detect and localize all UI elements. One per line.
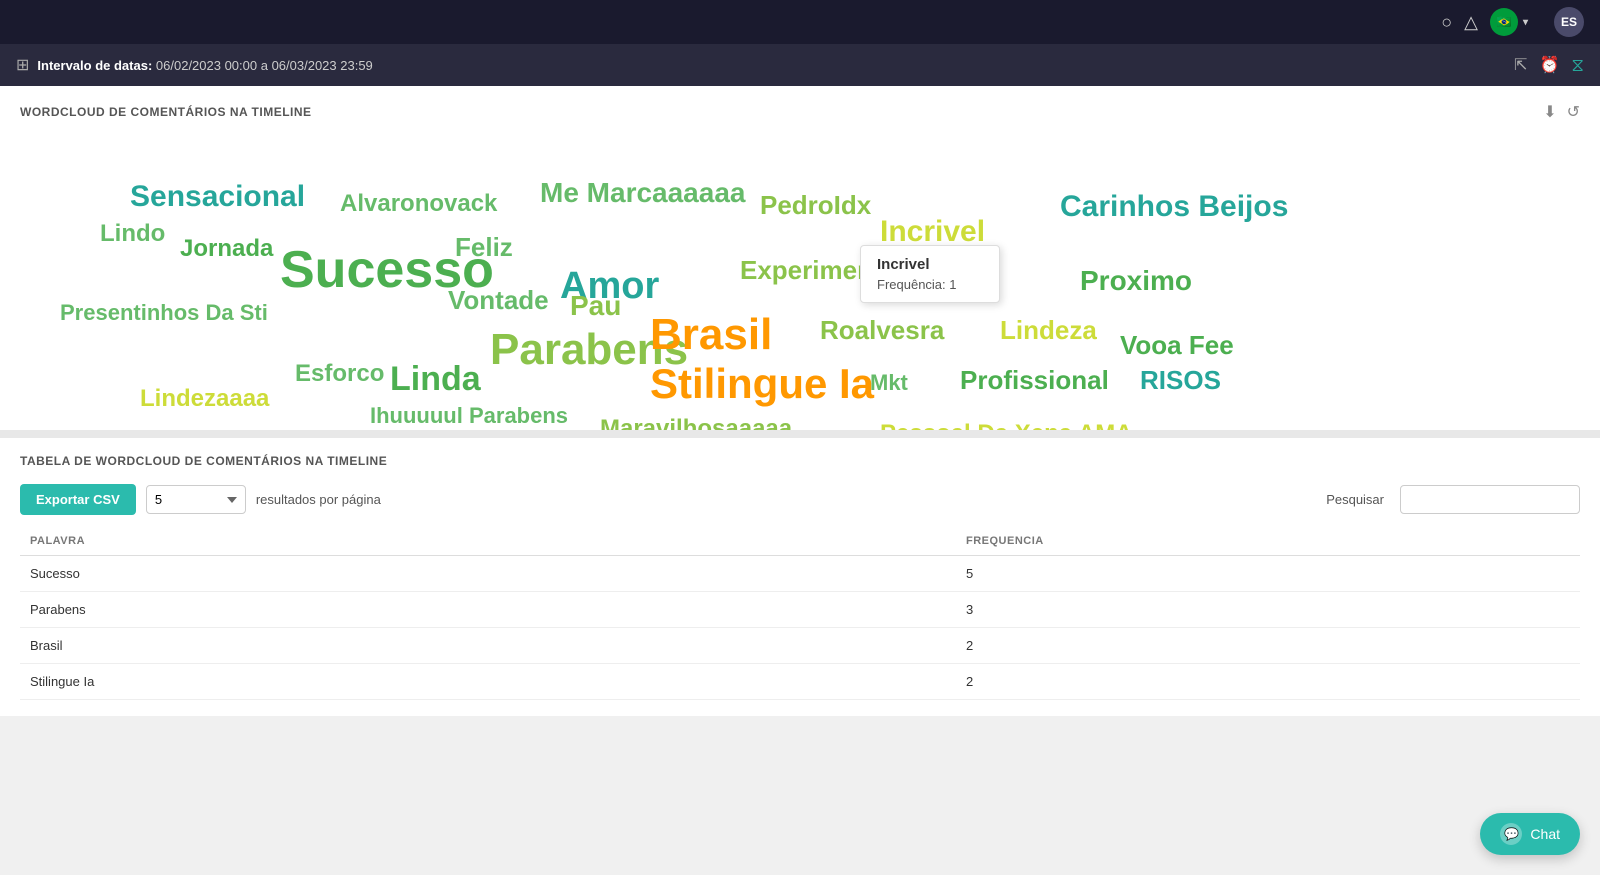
table-section: TABELA DE WORDCLOUD DE COMENTÁRIOS NA TI… — [0, 438, 1600, 716]
cell-palavra: Sucesso — [20, 556, 956, 592]
word-stilingue-ia[interactable]: Stilingue Ia — [650, 360, 874, 408]
word-vooa-fee[interactable]: Vooa Fee — [1120, 330, 1234, 361]
tooltip-word: Incrivel — [877, 256, 983, 273]
table-row: Stilingue Ia 2 — [20, 664, 1580, 700]
table-header-row: PALAVRA FREQUENCIA — [20, 527, 1580, 556]
word-incrivel[interactable]: Incrivel — [880, 215, 985, 249]
table-row: Sucesso 5 — [20, 556, 1580, 592]
date-bar-actions: ⇱ ⏰ ⧖ — [1514, 55, 1584, 76]
share-icon[interactable]: ⇱ — [1514, 55, 1527, 75]
main-content: WORDCLOUD DE COMENTÁRIOS NA TIMELINE ⬇ ↺… — [0, 86, 1600, 430]
results-per-page-label: resultados por página — [256, 492, 381, 507]
word-lindeza[interactable]: Lindeza — [1000, 315, 1097, 346]
word-mkt[interactable]: Mkt — [870, 370, 908, 396]
clock-icon[interactable]: △ — [1464, 12, 1478, 33]
word-pessoal-da-xepa-ama[interactable]: Pessoal Da Xepa AMA — [880, 420, 1133, 430]
refresh-icon[interactable]: ↺ — [1567, 102, 1580, 122]
word-alvaronovack[interactable]: Alvaronovack — [340, 190, 497, 218]
word-risos[interactable]: RISOS — [1140, 365, 1221, 396]
word-carinhos-beijos[interactable]: Carinhos Beijos — [1060, 190, 1288, 224]
cell-frequencia: 3 — [956, 592, 1580, 628]
word-lindo[interactable]: Lindo — [100, 220, 165, 248]
search-input[interactable] — [1400, 485, 1580, 514]
word-maravilhosaaaaa[interactable]: Maravilhosaaaaa — [600, 415, 792, 430]
word-pedroidx[interactable]: PedroIdx — [760, 190, 871, 221]
chat-label: Chat — [1530, 826, 1560, 842]
search-label: Pesquisar — [1326, 492, 1384, 507]
cell-palavra: Parabens — [20, 592, 956, 628]
table-row: Parabens 3 — [20, 592, 1580, 628]
download-icon[interactable]: ⬇ — [1543, 102, 1556, 122]
filter-icon[interactable]: ⧖ — [1571, 55, 1584, 76]
data-table: PALAVRA FREQUENCIA Sucesso 5 Parabens 3 … — [20, 527, 1580, 700]
wordcloud-actions: ⬇ ↺ — [1543, 102, 1580, 122]
tooltip-frequency: Frequência: 1 — [877, 277, 983, 292]
wordcloud-header: WORDCLOUD DE COMENTÁRIOS NA TIMELINE ⬇ ↺ — [0, 86, 1600, 130]
word-presentinhos-da-sti[interactable]: Presentinhos Da Sti — [60, 300, 268, 326]
user-initials: ES — [1561, 15, 1577, 29]
word-me-marcaaaaaa[interactable]: Me Marcaaaaaa — [540, 177, 745, 209]
export-csv-button[interactable]: Exportar CSV — [20, 484, 136, 515]
word-esforco[interactable]: Esforco — [295, 360, 384, 388]
search-icon[interactable]: ○ — [1441, 12, 1452, 33]
col-frequencia: FREQUENCIA — [956, 527, 1580, 556]
word-ihuuuuul-parabens[interactable]: Ihuuuuul Parabens — [370, 403, 568, 429]
word-roalvesra[interactable]: Roalvesra — [820, 315, 944, 346]
cell-frequencia: 2 — [956, 664, 1580, 700]
word-vontade[interactable]: Vontade — [448, 285, 549, 316]
word-profissional[interactable]: Profissional — [960, 365, 1109, 396]
table-controls: Exportar CSV 5 10 25 50 resultados por p… — [20, 484, 1580, 515]
cell-frequencia: 5 — [956, 556, 1580, 592]
date-range-label: Intervalo de datas: 06/02/2023 00:00 a 0… — [37, 58, 372, 73]
flag-brazil[interactable]: 🇧🇷 — [1490, 8, 1518, 36]
word-linda[interactable]: Linda — [390, 360, 481, 399]
chat-button[interactable]: 💬 Chat — [1480, 813, 1580, 855]
flag-label: 🇧🇷 — [1497, 15, 1512, 29]
user-avatar[interactable]: ES — [1554, 7, 1584, 37]
word-pau[interactable]: Pau — [570, 290, 621, 322]
calendar-icon: ⊞ — [16, 55, 29, 75]
date-bar: ⊞ Intervalo de datas: 06/02/2023 00:00 a… — [0, 44, 1600, 86]
cell-frequencia: 2 — [956, 628, 1580, 664]
table-row: Brasil 2 — [20, 628, 1580, 664]
word-sensacional[interactable]: Sensacional — [130, 180, 305, 214]
rows-per-page-select[interactable]: 5 10 25 50 — [146, 485, 246, 514]
section-divider — [0, 430, 1600, 438]
wordcloud-title: WORDCLOUD DE COMENTÁRIOS NA TIMELINE — [20, 105, 312, 119]
table-title: TABELA DE WORDCLOUD DE COMENTÁRIOS NA TI… — [20, 454, 1580, 468]
word-brasil[interactable]: Brasil — [650, 310, 772, 360]
word-tooltip: Incrivel Frequência: 1 — [860, 245, 1000, 303]
schedule-icon[interactable]: ⏰ — [1539, 55, 1559, 75]
cell-palavra: Stilingue Ia — [20, 664, 956, 700]
word-lindezaaaa[interactable]: Lindezaaaa — [140, 385, 269, 413]
chat-icon: 💬 — [1500, 823, 1522, 845]
word-proximo[interactable]: Proximo — [1080, 265, 1192, 297]
wordcloud-visualization: SucessoParabensBrasilStilingue IaSensaci… — [0, 130, 1600, 430]
word-jornada[interactable]: Jornada — [180, 235, 273, 263]
cell-palavra: Brasil — [20, 628, 956, 664]
col-palavra: PALAVRA — [20, 527, 956, 556]
word-feliz[interactable]: Feliz — [455, 232, 513, 263]
top-bar: ○ △ 🇧🇷 ES — [0, 0, 1600, 44]
